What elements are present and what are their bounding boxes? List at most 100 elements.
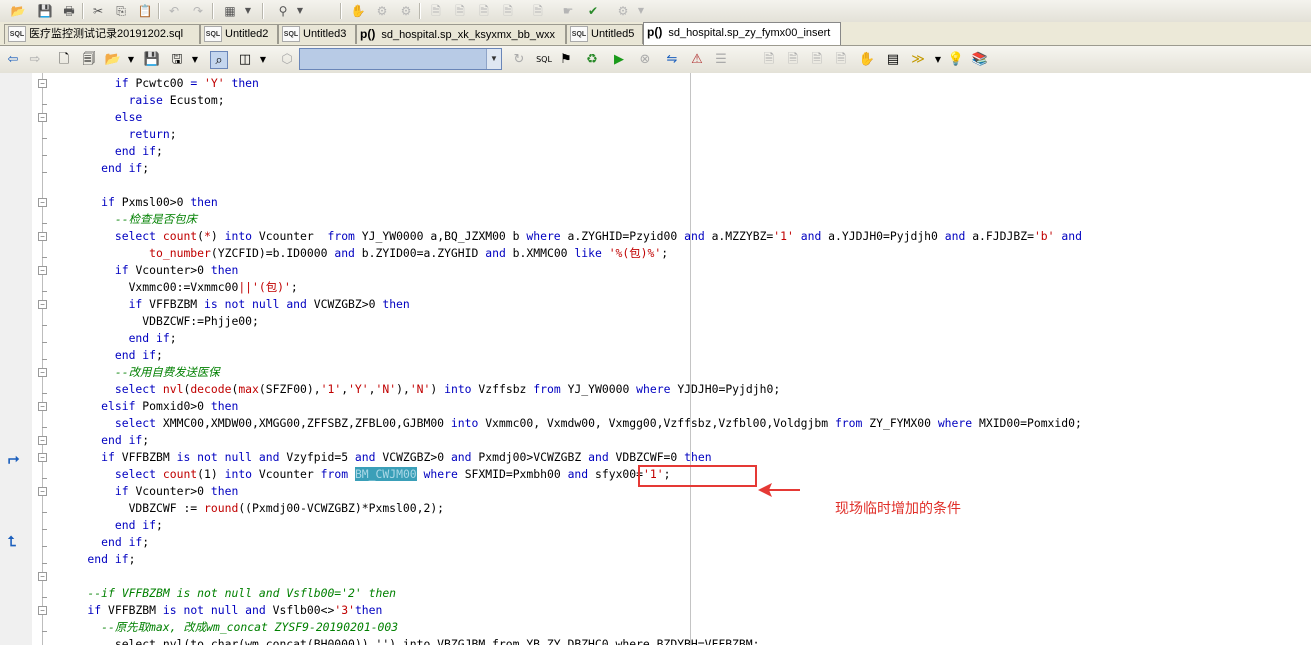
- find-icon[interactable]: ⌕: [210, 51, 228, 69]
- fold-toggle-icon[interactable]: −: [38, 79, 47, 88]
- code-line[interactable]: raise Ecustom;: [60, 92, 225, 109]
- code-line[interactable]: select count(*) into Vcounter from YJ_YW…: [60, 228, 1082, 245]
- code-line[interactable]: end if;: [60, 517, 163, 534]
- doc-icon[interactable]: 🗎: [428, 3, 444, 19]
- doc-icon[interactable]: 🗎: [500, 3, 516, 19]
- code-line[interactable]: select XMMC00,XMDW00,XMGG00,ZFFSBZ,ZFBL0…: [60, 415, 1082, 432]
- bulb-icon[interactable]: 💡: [947, 51, 965, 69]
- undo-icon[interactable]: ↶: [166, 3, 182, 19]
- step-icon[interactable]: ⇋: [663, 51, 681, 69]
- save-icon[interactable]: 💾: [37, 3, 53, 19]
- refresh-icon[interactable]: ↻: [510, 51, 528, 69]
- tool-icon[interactable]: ⚙: [374, 3, 390, 19]
- code-line[interactable]: --检查是否包床: [60, 211, 197, 228]
- object-icon[interactable]: ⬡: [278, 51, 296, 69]
- code-line[interactable]: to_number(YZCFID)=b.ID0000 and b.ZYID00=…: [60, 245, 668, 262]
- fold-toggle-icon[interactable]: −: [38, 487, 47, 496]
- chevron-down-icon[interactable]: ▼: [186, 51, 204, 69]
- code-line[interactable]: select count(1) into Vcounter from BM_CW…: [60, 466, 670, 483]
- paste-icon[interactable]: 📋: [137, 3, 153, 19]
- object-browser-icon[interactable]: ⚑: [557, 51, 575, 69]
- save-all-icon[interactable]: 🖫: [168, 51, 186, 69]
- split-view-icon[interactable]: ◫: [236, 51, 254, 69]
- navigator-combo[interactable]: ▼: [299, 48, 502, 70]
- fold-toggle-icon[interactable]: −: [38, 368, 47, 377]
- code-line[interactable]: if VFFBZBM is not null and Vzyfpid=5 and…: [60, 449, 711, 466]
- grid-icon[interactable]: ▦: [222, 3, 238, 19]
- redo-icon[interactable]: ↷: [190, 3, 206, 19]
- tool-icon[interactable]: ☛: [560, 3, 576, 19]
- code-line[interactable]: Vxmmc00:=Vxmmc00||'(包)';: [60, 279, 298, 296]
- format-icon[interactable]: ▤: [884, 51, 902, 69]
- code-line[interactable]: --改用自费发送医保: [60, 364, 220, 381]
- open-folder-icon[interactable]: 📂: [104, 51, 122, 69]
- query-icon[interactable]: ⚲: [275, 3, 291, 19]
- chevron-down-icon[interactable]: ▼: [240, 3, 256, 19]
- tab-untitled5[interactable]: SQL Untitled5: [566, 24, 643, 44]
- tab-sql-script[interactable]: SQL 医疗监控测试记录20191202.sql: [4, 24, 200, 44]
- code-line[interactable]: end if;: [60, 143, 163, 160]
- forward-arrow-icon[interactable]: ⇨: [26, 51, 44, 69]
- chevron-down-icon[interactable]: ▼: [122, 51, 140, 69]
- copy-icon[interactable]: ⎘: [113, 3, 129, 19]
- doc-icon[interactable]: 🗎: [808, 51, 826, 69]
- save-icon[interactable]: 💾: [143, 51, 161, 69]
- code-line[interactable]: if Vcounter>0 then: [60, 483, 238, 500]
- print-icon[interactable]: 🖶: [61, 3, 77, 19]
- code-line[interactable]: VDBZCWF := round((Pxmdj00-VCWZGBZ)*Pxmsl…: [60, 500, 444, 517]
- code-line[interactable]: else: [60, 109, 142, 126]
- code-line[interactable]: select nvl(to_char(wm_concat(BH0000)),''…: [60, 636, 760, 645]
- doc-icon[interactable]: 🗎: [476, 3, 492, 19]
- doc-icon[interactable]: 🗎: [530, 3, 546, 19]
- stop-icon[interactable]: ⊗: [636, 51, 654, 69]
- tool-icon[interactable]: ✋: [350, 3, 366, 19]
- code-line[interactable]: end if;: [60, 432, 149, 449]
- check-icon[interactable]: ✔: [585, 3, 601, 19]
- execute-icon[interactable]: ▶: [610, 51, 628, 69]
- code-line[interactable]: end if;: [60, 160, 149, 177]
- chevron-down-icon[interactable]: ▼: [486, 49, 501, 69]
- chevron-down-icon[interactable]: ▼: [254, 51, 272, 69]
- doc-icon[interactable]: 🗎: [452, 3, 468, 19]
- tab-untitled2[interactable]: SQL Untitled2: [200, 24, 278, 44]
- code-line[interactable]: end if;: [60, 347, 163, 364]
- tab-sp-ksyxmx[interactable]: p() sd_hospital.sp_xk_ksyxmx_bb_wxx: [356, 24, 566, 44]
- tool-icon[interactable]: ⚙: [615, 3, 631, 19]
- fold-toggle-icon[interactable]: −: [38, 198, 47, 207]
- code-line[interactable]: if Vcounter>0 then: [60, 262, 238, 279]
- fold-toggle-icon[interactable]: −: [38, 266, 47, 275]
- fold-toggle-icon[interactable]: −: [38, 572, 47, 581]
- books-icon[interactable]: 📚: [971, 51, 989, 69]
- cut-icon[interactable]: ✂: [90, 3, 106, 19]
- code-line[interactable]: end if;: [60, 330, 177, 347]
- code-line[interactable]: --if VFFBZBM is not null and Vsflb00='2'…: [60, 585, 396, 602]
- code-line[interactable]: if VFFBZBM is not null and Vsflb00<>'3't…: [60, 602, 382, 619]
- code-line[interactable]: end if;: [60, 534, 149, 551]
- code-editor[interactable]: if Pcwtc00 = 'Y' then raise Ecustom; els…: [50, 73, 1311, 645]
- code-line[interactable]: return;: [60, 126, 177, 143]
- fold-toggle-icon[interactable]: −: [38, 300, 47, 309]
- code-line[interactable]: end if;: [60, 551, 135, 568]
- chevron-down-icon[interactable]: ▼: [292, 3, 308, 19]
- tab-sp-fymx00-insert[interactable]: p() sd_hospital.sp_zy_fymx00_insert: [643, 22, 841, 45]
- fold-toggle-icon[interactable]: −: [38, 606, 47, 615]
- new-window-icon[interactable]: 🗐: [80, 51, 98, 69]
- code-line[interactable]: if Pcwtc00 = 'Y' then: [60, 75, 259, 92]
- doc-icon[interactable]: 🗎: [784, 51, 802, 69]
- sql-icon[interactable]: SQL: [535, 51, 553, 69]
- chevron-down-icon[interactable]: ▼: [633, 3, 649, 19]
- chevron-down-icon[interactable]: ▼: [929, 51, 947, 69]
- code-line[interactable]: if VFFBZBM is not null and VCWZGBZ>0 the…: [60, 296, 410, 313]
- fold-toggle-icon[interactable]: −: [38, 436, 47, 445]
- wrap-icon[interactable]: ☰: [712, 51, 730, 69]
- code-line[interactable]: elsif Pomxid0>0 then: [60, 398, 238, 415]
- recycle-icon[interactable]: ♻: [583, 51, 601, 69]
- new-file-icon[interactable]: 🗋: [55, 51, 73, 69]
- fold-toggle-icon[interactable]: −: [38, 232, 47, 241]
- doc-icon[interactable]: 🗎: [832, 51, 850, 69]
- doc-icon[interactable]: 🗎: [760, 51, 778, 69]
- open-folder-icon[interactable]: 📂: [10, 3, 26, 19]
- fold-toggle-icon[interactable]: −: [38, 453, 47, 462]
- hand-icon[interactable]: ✋: [858, 51, 876, 69]
- tool-icon[interactable]: ⚙: [398, 3, 414, 19]
